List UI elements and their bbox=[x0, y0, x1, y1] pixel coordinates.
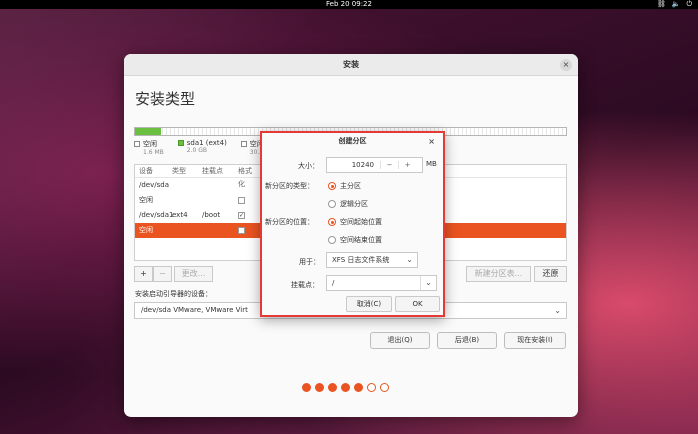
column-header-mount: 挂载点 bbox=[202, 167, 223, 175]
legend-swatch bbox=[240, 141, 247, 147]
radio-button[interactable] bbox=[328, 200, 336, 208]
radio-button[interactable] bbox=[328, 236, 336, 244]
row-device: /dev/sda1 bbox=[139, 211, 174, 219]
cancel-button[interactable]: 取消(C) bbox=[346, 296, 392, 312]
disk-used-segment bbox=[135, 128, 161, 135]
size-input[interactable]: 10240 bbox=[327, 161, 380, 169]
page-title: 安装类型 bbox=[135, 90, 196, 108]
row-type: ext4 bbox=[172, 211, 188, 219]
row-device: /dev/sda bbox=[139, 181, 169, 189]
row-type bbox=[172, 193, 202, 208]
mount-point-label: 挂载点： bbox=[291, 281, 319, 289]
radio-button[interactable] bbox=[328, 218, 336, 226]
radio-end[interactable]: 空间结束位置 bbox=[328, 235, 382, 245]
dialog-title[interactable]: 创建分区 × bbox=[262, 133, 443, 150]
progress-dot bbox=[341, 383, 350, 392]
legend-item: 空闲 1.6 MB bbox=[134, 139, 164, 156]
mount-point-combobox[interactable]: / ⌄ bbox=[326, 275, 437, 291]
progress-dots bbox=[302, 383, 389, 392]
location-label: 新分区的位置： bbox=[265, 218, 314, 226]
progress-dot bbox=[328, 383, 337, 392]
boot-loader-label: 安装启动引导器的设备： bbox=[135, 290, 212, 298]
size-stepper[interactable]: 10240 − + bbox=[326, 157, 423, 173]
format-checkbox[interactable]: ✓ bbox=[238, 211, 245, 219]
radio-button[interactable] bbox=[328, 182, 336, 190]
create-partition-dialog: 创建分区 × 大小： 10240 − + MB 新分区的类型： 主分区 逻辑分区… bbox=[260, 131, 445, 317]
volume-icon[interactable]: 🔈 bbox=[672, 0, 681, 9]
top-bar: Feb 20 09:22 ⛓ 🔈 ⏻ bbox=[0, 0, 698, 9]
back-button[interactable]: 后退(B) bbox=[437, 332, 497, 349]
partition-legend: 空闲 1.6 MB sda1 (ext4) 2.0 GB 空闲 30.2 bbox=[134, 139, 264, 156]
legend-item: sda1 (ext4) 2.0 GB bbox=[177, 139, 227, 156]
window-title: 安装 bbox=[343, 60, 359, 69]
use-as-select[interactable]: XFS 日志文件系统 ⌄ bbox=[326, 252, 418, 268]
close-icon[interactable]: × bbox=[560, 59, 572, 71]
network-icon[interactable]: ⛓ bbox=[657, 0, 666, 9]
format-checkbox[interactable] bbox=[238, 226, 245, 234]
size-unit: MB bbox=[426, 160, 437, 168]
column-header-format: 格式化 bbox=[238, 167, 252, 188]
legend-swatch bbox=[134, 141, 140, 147]
progress-dot bbox=[367, 383, 376, 392]
system-tray[interactable]: ⛓ 🔈 ⏻ bbox=[657, 0, 692, 9]
clock[interactable]: Feb 20 09:22 bbox=[0, 0, 698, 9]
row-mount: /boot bbox=[202, 211, 221, 219]
radio-label: 主分区 bbox=[340, 182, 361, 190]
radio-label: 空间起始位置 bbox=[340, 218, 382, 226]
revert-button[interactable]: 还原 bbox=[534, 266, 567, 282]
increment-button[interactable]: + bbox=[398, 161, 416, 169]
legend-label: sda1 (ext4) bbox=[186, 139, 227, 147]
column-header-type: 类型 bbox=[172, 167, 186, 175]
progress-dot bbox=[302, 383, 311, 392]
row-device: 空闲 bbox=[139, 226, 153, 234]
window-titlebar[interactable]: 安装 × bbox=[124, 54, 578, 76]
legend-swatch bbox=[177, 140, 184, 146]
type-label: 新分区的类型： bbox=[265, 182, 314, 190]
row-type bbox=[172, 223, 202, 238]
radio-label: 逻辑分区 bbox=[340, 200, 368, 208]
dialog-title-text: 创建分区 bbox=[338, 137, 367, 145]
legend-size: 1.6 MB bbox=[143, 149, 164, 156]
legend-size: 2.0 GB bbox=[186, 147, 207, 154]
boot-loader-value: /dev/sda VMware, VMware Virt bbox=[141, 306, 248, 314]
mount-point-value[interactable]: / bbox=[332, 279, 334, 287]
size-label: 大小： bbox=[298, 162, 319, 170]
decrement-button[interactable]: − bbox=[380, 161, 398, 169]
quit-button[interactable]: 退出(Q) bbox=[370, 332, 430, 349]
radio-label: 空间结束位置 bbox=[340, 236, 382, 244]
progress-dot bbox=[354, 383, 363, 392]
radio-logical[interactable]: 逻辑分区 bbox=[328, 199, 368, 209]
use-as-value: XFS 日志文件系统 bbox=[332, 256, 390, 264]
use-as-label: 用于： bbox=[299, 258, 320, 266]
ok-button[interactable]: OK bbox=[395, 296, 440, 312]
power-icon[interactable]: ⏻ bbox=[686, 0, 692, 9]
row-device: 空闲 bbox=[139, 196, 153, 204]
chevron-down-icon: ⌄ bbox=[554, 306, 561, 315]
radio-start[interactable]: 空间起始位置 bbox=[328, 217, 382, 227]
legend-label: 空闲 bbox=[143, 140, 157, 148]
radio-primary[interactable]: 主分区 bbox=[328, 181, 361, 191]
column-header-device: 设备 bbox=[139, 167, 153, 175]
row-mount bbox=[202, 223, 238, 238]
close-icon[interactable]: × bbox=[428, 133, 435, 150]
chevron-down-icon[interactable]: ⌄ bbox=[420, 276, 436, 290]
progress-dot bbox=[380, 383, 389, 392]
row-mount bbox=[202, 193, 238, 208]
chevron-down-icon: ⌄ bbox=[406, 255, 413, 264]
format-checkbox[interactable] bbox=[238, 196, 245, 204]
remove-partition-button[interactable]: − bbox=[153, 266, 172, 282]
change-partition-button[interactable]: 更改... bbox=[174, 266, 213, 282]
new-partition-table-button[interactable]: 新建分区表... bbox=[466, 266, 531, 282]
add-partition-button[interactable]: + bbox=[134, 266, 153, 282]
install-now-button[interactable]: 现在安装(I) bbox=[504, 332, 566, 349]
progress-dot bbox=[315, 383, 324, 392]
